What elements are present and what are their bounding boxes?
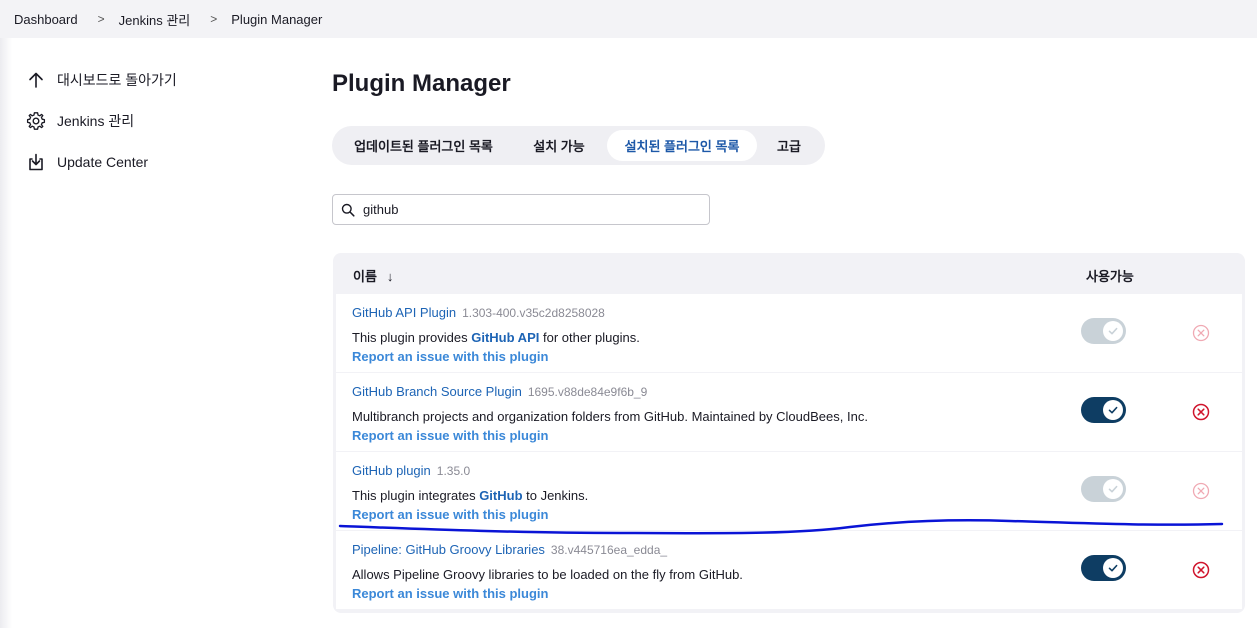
check-icon	[1103, 400, 1123, 420]
column-header-name[interactable]: 이름 ↓	[353, 266, 393, 285]
tab-bar: 업데이트된 플러그인 목록 설치 가능 설치된 플러그인 목록 고급	[332, 126, 825, 165]
uninstall-close-icon[interactable]	[1192, 403, 1210, 421]
plugin-version: 1.35.0	[436, 464, 471, 478]
plugin-name-line: GitHub plugin 1.35.0	[352, 463, 470, 478]
search-box[interactable]	[332, 194, 710, 225]
plugin-name-link[interactable]: GitHub plugin	[352, 463, 431, 478]
plugins-table: 이름 ↓ 사용가능 GitHub API Plugin 1.303-400.v35c…	[333, 253, 1245, 613]
check-icon	[1103, 558, 1123, 578]
table-row: GitHub API Plugin 1.303-400.v35c2d8258028…	[336, 294, 1242, 372]
table-row: GitHub plugin 1.35.0 This plugin integrat…	[336, 452, 1242, 530]
uninstall-close-icon[interactable]	[1192, 324, 1210, 342]
plugin-description-highlight[interactable]: GitHub API	[471, 330, 539, 345]
sort-down-icon: ↓	[386, 269, 394, 284]
breadcrumb-manage-jenkins[interactable]: Jenkins 관리	[119, 10, 191, 29]
plugin-name-line: GitHub API Plugin 1.303-400.v35c2d8258028	[352, 305, 605, 320]
plugin-description-highlight[interactable]: GitHub	[479, 488, 522, 503]
plugin-description-text: Allows Pipeline Groovy libraries to be l…	[352, 567, 743, 582]
uninstall-close-icon[interactable]	[1192, 482, 1210, 500]
sidebar-item-back-to-dashboard[interactable]: 대시보드로 돌아가기	[26, 66, 286, 94]
plugin-description-text: to Jenkins.	[522, 488, 589, 503]
left-edge-shadow	[0, 38, 12, 628]
plugin-name-link[interactable]: GitHub API Plugin	[352, 305, 456, 320]
enable-toggle[interactable]	[1081, 555, 1126, 581]
plugin-version: 38.v445716ea_edda_	[550, 543, 668, 557]
breadcrumb-dashboard[interactable]: Dashboard	[14, 12, 78, 27]
plugin-description: Allows Pipeline Groovy libraries to be l…	[352, 567, 743, 582]
enable-toggle[interactable]	[1081, 397, 1126, 423]
column-header-name-label: 이름	[353, 269, 377, 284]
breadcrumb-separator-icon: >	[97, 12, 105, 26]
report-issue-link[interactable]: Report an issue with this plugin	[352, 428, 548, 443]
table-row: Pipeline: GitHub Groovy Libraries 38.v445…	[336, 531, 1242, 609]
sidebar-item-manage-jenkins[interactable]: Jenkins 관리	[26, 107, 286, 135]
plugin-version: 1695.v88de84e9f6b_9	[527, 385, 648, 399]
column-header-enabled: 사용가능	[1086, 269, 1134, 284]
plugin-description: Multibranch projects and organization fo…	[352, 409, 868, 424]
table-header: 이름 ↓ 사용가능	[336, 253, 1242, 294]
tab-updates[interactable]: 업데이트된 플러그인 목록	[336, 130, 511, 161]
check-icon	[1103, 479, 1123, 499]
plugin-description-text: This plugin integrates	[352, 488, 480, 503]
report-issue-link[interactable]: Report an issue with this plugin	[352, 507, 548, 522]
plugin-name-link[interactable]: GitHub Branch Source Plugin	[352, 384, 522, 399]
tab-available[interactable]: 설치 가능	[511, 130, 607, 161]
report-issue-link[interactable]: Report an issue with this plugin	[352, 349, 548, 364]
check-icon	[1103, 321, 1123, 341]
plugin-name-line: Pipeline: GitHub Groovy Libraries 38.v445…	[352, 542, 667, 557]
search-input[interactable]	[361, 201, 691, 218]
sidebar: 대시보드로 돌아가기 Jenkins 관리 Update Center	[26, 66, 286, 189]
plugin-version: 1.303-400.v35c2d8258028	[462, 306, 605, 320]
plugin-name-link[interactable]: Pipeline: GitHub Groovy Libraries	[352, 542, 545, 557]
plugin-description-text: Multibranch projects and organization fo…	[352, 409, 868, 424]
sidebar-item-update-center[interactable]: Update Center	[26, 148, 286, 176]
tab-advanced[interactable]: 고급	[757, 130, 821, 161]
plugin-description: This plugin integrates GitHub to Jenkins…	[352, 488, 588, 503]
sidebar-item-label: Jenkins 관리	[57, 113, 135, 129]
breadcrumb-separator-icon: >	[210, 12, 218, 26]
gear-icon	[26, 111, 46, 131]
enable-toggle[interactable]	[1081, 476, 1126, 502]
breadcrumb: Dashboard > Jenkins 관리 > Plugin Manager	[0, 0, 1257, 38]
uninstall-close-icon[interactable]	[1192, 561, 1210, 579]
tab-installed[interactable]: 설치된 플러그인 목록	[607, 130, 757, 161]
table-row: GitHub Branch Source Plugin 1695.v88de84e…	[336, 373, 1242, 451]
sidebar-item-label: 대시보드로 돌아가기	[57, 72, 177, 88]
breadcrumb-plugin-manager[interactable]: Plugin Manager	[231, 12, 322, 27]
plugin-description: This plugin provides GitHub API for othe…	[352, 330, 640, 345]
page-title: Plugin Manager	[332, 70, 511, 97]
plugin-name-line: GitHub Branch Source Plugin 1695.v88de84e…	[352, 384, 647, 399]
download-icon	[26, 152, 46, 172]
report-issue-link[interactable]: Report an issue with this plugin	[352, 586, 548, 601]
search-icon	[341, 203, 355, 217]
plugin-description-text: This plugin provides	[352, 330, 472, 345]
enable-toggle[interactable]	[1081, 318, 1126, 344]
arrow-up-icon	[26, 70, 46, 90]
sidebar-item-label: Update Center	[57, 154, 149, 170]
plugin-description-text: for other plugins.	[539, 330, 640, 345]
